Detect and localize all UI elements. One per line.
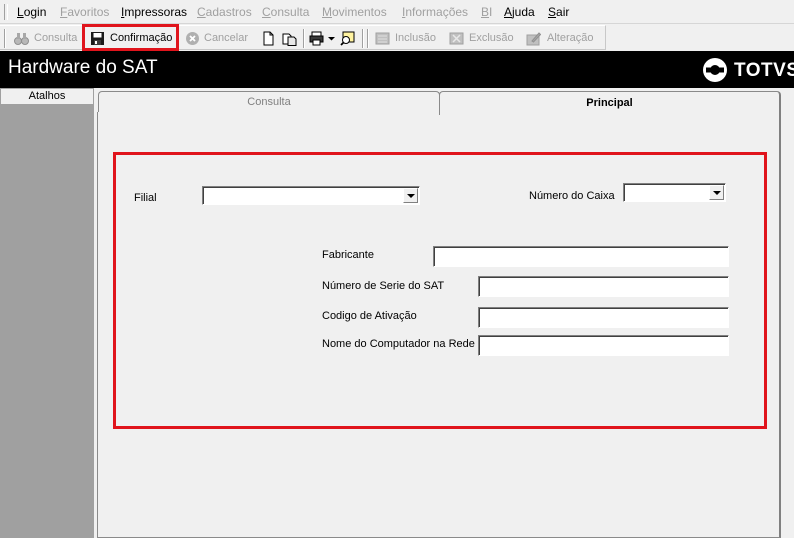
filial-select[interactable] (202, 186, 420, 205)
menu-grip (4, 4, 8, 20)
alteracao-button[interactable]: Alteração (526, 29, 596, 48)
delete-record-icon (449, 32, 464, 45)
filial-dropdown-button[interactable] (403, 188, 418, 203)
toolbar-separator (367, 29, 369, 48)
chevron-down-icon[interactable] (327, 31, 336, 46)
printer-icon[interactable] (309, 31, 324, 46)
toolbar-separator (303, 29, 305, 48)
shortcuts-panel (0, 88, 94, 538)
menu-sair[interactable]: Sair (548, 5, 569, 19)
toolbar-separator (362, 29, 364, 48)
chevron-down-icon (407, 194, 415, 198)
exclusao-label: Exclusão (469, 32, 514, 44)
inclusao-button[interactable]: Inclusão (375, 29, 439, 48)
menu-ajuda[interactable]: Ajuda (504, 5, 535, 19)
fabricante-field[interactable] (433, 246, 729, 267)
consulta-button[interactable]: Consulta (14, 29, 80, 48)
computador-label: Nome do Computador na Rede (322, 338, 475, 350)
title-bar: Hardware do SAT (0, 51, 794, 88)
tab-consulta[interactable]: Consulta (98, 91, 440, 112)
filial-label: Filial (134, 192, 157, 204)
confirmacao-highlight (82, 24, 179, 51)
toolbar-grip (4, 29, 6, 48)
ativacao-field[interactable] (478, 307, 729, 328)
copy-document-icon[interactable] (282, 31, 297, 46)
computador-field[interactable] (478, 335, 729, 356)
alteracao-label: Alteração (547, 32, 594, 44)
inclusao-label: Inclusão (395, 32, 436, 44)
menu-bi[interactable]: BI (481, 5, 492, 19)
menu-impressoras[interactable]: Impressoras (121, 5, 187, 19)
totvs-logo: TOTVS (734, 60, 794, 81)
serie-field[interactable] (478, 276, 729, 297)
help-search-icon[interactable] (340, 31, 355, 46)
edit-record-icon (526, 32, 541, 46)
tab-principal[interactable]: Principal (439, 91, 781, 115)
numero-caixa-label: Número do Caixa (529, 190, 615, 202)
menu-cadastros[interactable]: Cadastros (197, 5, 252, 19)
menu-informacoes[interactable]: Informações (402, 5, 468, 19)
cancelar-label: Cancelar (204, 32, 249, 44)
chevron-down-icon (713, 191, 721, 195)
totvs-logo-icon (703, 58, 727, 82)
consulta-label: Consulta (34, 32, 78, 44)
menu-bar: Login Favoritos Impressoras Cadastros Co… (0, 0, 794, 24)
menu-movimentos[interactable]: Movimentos (322, 5, 387, 19)
add-record-icon (375, 32, 390, 45)
menu-favoritos[interactable]: Favoritos (60, 5, 109, 19)
shortcuts-header[interactable]: Atalhos (0, 88, 94, 105)
numero-caixa-select[interactable] (623, 183, 726, 202)
ativacao-label: Codigo de Ativação (322, 310, 417, 322)
menu-login[interactable]: Login (17, 5, 46, 19)
fabricante-label: Fabricante (322, 249, 374, 261)
page-title: Hardware do SAT (8, 57, 158, 78)
exclusao-button[interactable]: Exclusão (449, 29, 515, 48)
menu-consulta[interactable]: Consulta (262, 5, 309, 19)
cancel-icon (186, 32, 199, 45)
numero-caixa-dropdown-button[interactable] (709, 185, 724, 200)
cancelar-button[interactable]: Cancelar (185, 29, 251, 48)
binoculars-icon (14, 33, 29, 45)
new-document-icon[interactable] (261, 31, 276, 46)
serie-label: Número de Serie do SAT (322, 280, 445, 292)
